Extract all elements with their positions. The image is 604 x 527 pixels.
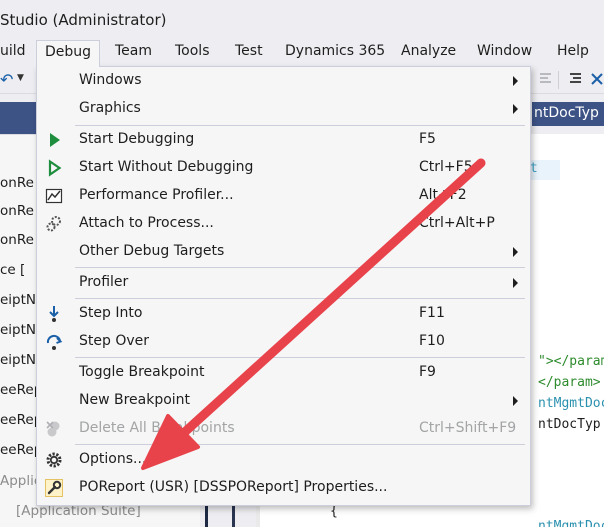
menu-item-shortcut: F9 bbox=[419, 364, 436, 380]
menu-separator bbox=[75, 357, 525, 358]
menu-item-label: Delete All Breakpoints bbox=[79, 420, 235, 436]
menu-item-label: Step Over bbox=[79, 333, 149, 349]
menu-item-performance-profiler[interactable]: Performance Profiler... Alt+F2 bbox=[37, 182, 530, 210]
menu-item-graphics[interactable]: Graphics bbox=[37, 95, 530, 123]
menu-item-shortcut: F5 bbox=[419, 131, 436, 147]
window-title: Studio (Administrator) bbox=[0, 11, 167, 29]
performance-icon bbox=[45, 187, 63, 205]
tree-item[interactable]: onRe bbox=[0, 203, 34, 219]
menu-item-shortcut: F10 bbox=[419, 333, 445, 349]
menu-item-start-without-debugging[interactable]: Start Without Debugging Ctrl+F5 bbox=[37, 154, 530, 182]
solution-explorer-header bbox=[0, 102, 36, 134]
menu-item-label: Start Debugging bbox=[79, 131, 195, 147]
menu-item-label: Other Debug Targets bbox=[79, 243, 225, 259]
menu-item-label: New Breakpoint bbox=[79, 392, 191, 408]
menu-item-profiler[interactable]: Profiler bbox=[37, 269, 530, 297]
menu-separator bbox=[75, 298, 525, 299]
outdent-icon[interactable] bbox=[538, 72, 553, 86]
menu-item-step-into[interactable]: Step Into F11 bbox=[37, 300, 530, 328]
menu-bar: uild Debug Team Tools Test Dynamics 365 … bbox=[0, 40, 604, 67]
tree-item[interactable]: ce [ bbox=[0, 262, 25, 278]
menu-item-label: Toggle Breakpoint bbox=[79, 364, 205, 380]
tree-item[interactable]: onRe bbox=[0, 232, 34, 248]
code-brace: { bbox=[330, 504, 338, 519]
code-line: ntMgmtDocT bbox=[538, 519, 604, 527]
menu-item-project-properties[interactable]: POReport (USR) [DSSPOReport] Properties.… bbox=[37, 474, 530, 502]
menu-item-shortcut: Ctrl+Alt+P bbox=[419, 215, 495, 231]
menu-separator bbox=[75, 444, 525, 445]
menu-item-label: Windows bbox=[79, 72, 142, 88]
menu-separator bbox=[75, 267, 525, 268]
menu-item-label: Attach to Process... bbox=[79, 215, 214, 231]
menu-item-label: Start Without Debugging bbox=[79, 159, 254, 175]
tree-item[interactable]: onRe bbox=[0, 175, 34, 191]
toolbar-separator bbox=[558, 71, 559, 89]
menu-build[interactable]: uild bbox=[0, 43, 26, 59]
play-icon bbox=[45, 131, 63, 149]
menu-item-new-breakpoint[interactable]: New Breakpoint bbox=[37, 387, 530, 415]
comment-icon[interactable] bbox=[568, 72, 583, 86]
menu-item-toggle-breakpoint[interactable]: Toggle Breakpoint F9 bbox=[37, 359, 530, 387]
submenu-arrow-icon bbox=[513, 247, 518, 257]
code-line: </param> bbox=[538, 375, 601, 390]
menu-analyze[interactable]: Analyze bbox=[401, 43, 456, 59]
menu-item-delete-all-breakpoints[interactable]: Delete All Breakpoints Ctrl+Shift+F9 bbox=[37, 415, 530, 443]
tree-item[interactable]: eiptN bbox=[0, 292, 36, 308]
code-line: ntMgmtDoc bbox=[538, 396, 604, 411]
tab-document[interactable]: ntDocTyp bbox=[532, 102, 604, 126]
menu-item-shortcut: F11 bbox=[419, 305, 445, 321]
code-line: ntDocTyp bbox=[538, 417, 601, 432]
menu-tools[interactable]: Tools bbox=[175, 43, 210, 59]
menu-window[interactable]: Window bbox=[477, 43, 532, 59]
gears-icon bbox=[45, 215, 63, 233]
menu-item-label: Options... bbox=[79, 451, 147, 467]
gear-icon bbox=[45, 451, 63, 469]
step-over-icon bbox=[45, 333, 63, 351]
chevron-down-icon[interactable]: ▼ bbox=[17, 73, 24, 83]
menu-item-label: Step Into bbox=[79, 305, 143, 321]
menu-item-windows[interactable]: Windows bbox=[37, 67, 530, 95]
submenu-arrow-icon bbox=[513, 278, 518, 288]
code-line: "></param bbox=[538, 354, 604, 369]
menu-team[interactable]: Team bbox=[115, 43, 152, 59]
delete-breakpoints-icon bbox=[45, 420, 63, 438]
menu-item-options[interactable]: Options... bbox=[37, 446, 530, 474]
submenu-arrow-icon bbox=[513, 104, 518, 114]
menu-item-label: Graphics bbox=[79, 100, 141, 116]
undo-icon[interactable]: ↶ bbox=[0, 70, 13, 89]
tree-item[interactable]: eiptN bbox=[0, 322, 36, 338]
submenu-arrow-icon bbox=[513, 396, 518, 406]
wrench-icon bbox=[45, 479, 63, 497]
title-bar: Studio (Administrator) bbox=[0, 0, 604, 40]
menu-item-shortcut: Ctrl+F5 bbox=[419, 159, 473, 175]
menu-test[interactable]: Test bbox=[235, 43, 263, 59]
debug-menu: Windows Graphics Start Debugging F5 Star… bbox=[36, 66, 531, 506]
menu-item-label: Performance Profiler... bbox=[79, 187, 234, 203]
uncomment-icon[interactable] bbox=[590, 72, 604, 86]
menu-item-label: POReport (USR) [DSSPOReport] Properties.… bbox=[79, 479, 388, 495]
menu-item-shortcut: Alt+F2 bbox=[419, 187, 467, 203]
tree-item[interactable]: eiptN bbox=[0, 352, 36, 368]
submenu-arrow-icon bbox=[513, 76, 518, 86]
menu-item-label: Profiler bbox=[79, 274, 129, 290]
step-into-icon bbox=[45, 305, 63, 323]
menu-item-other-debug-targets[interactable]: Other Debug Targets bbox=[37, 238, 530, 266]
menu-item-shortcut: Ctrl+Shift+F9 bbox=[419, 420, 517, 436]
menu-item-attach-to-process[interactable]: Attach to Process... Ctrl+Alt+P bbox=[37, 210, 530, 238]
menu-item-step-over[interactable]: Step Over F10 bbox=[37, 328, 530, 356]
play-outline-icon bbox=[45, 159, 63, 177]
menu-dynamics-365[interactable]: Dynamics 365 bbox=[285, 43, 385, 59]
menu-item-start-debugging[interactable]: Start Debugging F5 bbox=[37, 126, 530, 154]
menu-help[interactable]: Help bbox=[557, 43, 589, 59]
menu-debug[interactable]: Debug bbox=[36, 40, 101, 67]
